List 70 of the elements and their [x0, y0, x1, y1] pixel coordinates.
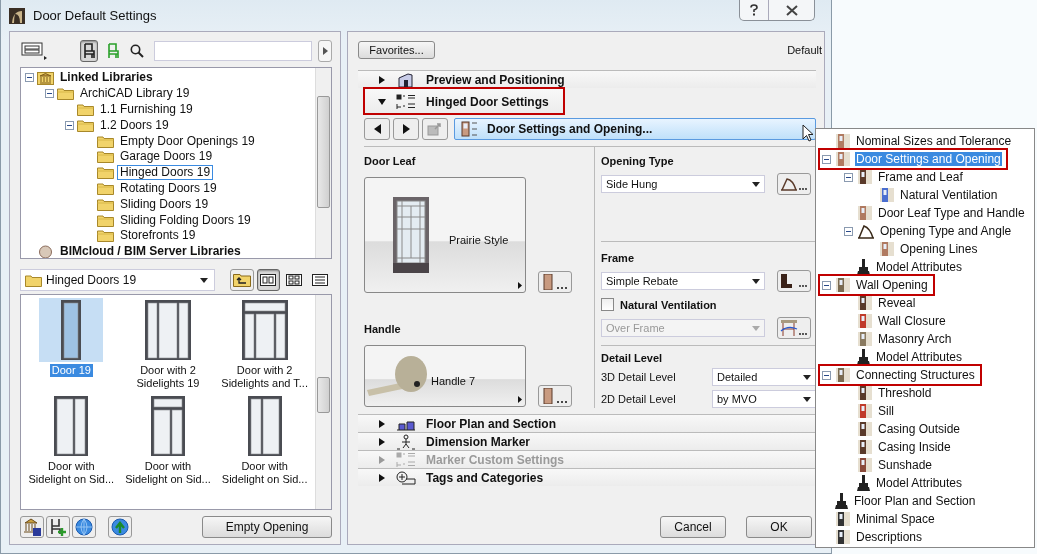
- structure-menu-item[interactable]: Casing Outside: [877, 422, 962, 436]
- detail-level-label: 3D Detail Level: [601, 371, 676, 383]
- structure-menu-item[interactable]: Opening Type and Angle: [879, 224, 1013, 238]
- detail-level-dropdown[interactable]: Detailed: [712, 368, 816, 386]
- favorites-button[interactable]: Favorites...: [358, 41, 435, 59]
- default-label: Default: [787, 44, 822, 56]
- library-tree-item[interactable]: 1.1 Furnishing 19: [97, 102, 196, 117]
- object-name[interactable]: Door with 2 Sidelights and T...: [220, 364, 309, 390]
- window-title: Door Default Settings: [33, 8, 157, 23]
- frame-heading: Frame: [601, 252, 636, 264]
- section-header[interactable]: Tags and Categories: [358, 468, 816, 486]
- structure-menu-item[interactable]: Model Attributes: [875, 260, 964, 274]
- empty-opening-button[interactable]: Empty Opening: [202, 516, 332, 538]
- structure-menu-item[interactable]: Reveal: [877, 296, 917, 310]
- structure-menu-item[interactable]: Door Leaf Type and Handle: [877, 206, 1026, 220]
- door-leaf-heading: Door Leaf: [364, 155, 417, 167]
- library-tree-item[interactable]: Rotating Doors 19: [117, 180, 220, 196]
- object-name[interactable]: Door with Sidelight on Sid...: [220, 460, 309, 486]
- library-tree-item[interactable]: Empty Door Openings 19: [117, 133, 258, 149]
- frame-dropdown[interactable]: Simple Rebate: [601, 272, 765, 290]
- library-tree-item[interactable]: 1.2 Doors 19: [97, 117, 172, 133]
- structure-menu-item[interactable]: Threshold: [877, 386, 933, 400]
- structure-menu-item[interactable]: Frame and Leaf: [877, 170, 964, 184]
- section-header[interactable]: Hinged Door Settings: [364, 88, 564, 114]
- structure-menu-item[interactable]: Masonry Arch: [877, 332, 953, 346]
- handle-heading: Handle: [364, 323, 402, 335]
- opening-type-dropdown[interactable]: Side Hung: [601, 175, 765, 193]
- dialog-button[interactable]: OK: [746, 516, 812, 538]
- object-name[interactable]: Door with Sidelight on Sid...: [27, 460, 116, 486]
- detail-level-dropdown[interactable]: by MVO: [712, 390, 816, 408]
- library-tree-item[interactable]: Sliding Folding Doors 19: [117, 212, 254, 228]
- section-header[interactable]: Dimension Marker: [358, 432, 816, 450]
- detail-level-label: 2D Detail Level: [601, 393, 676, 405]
- detail-level-heading: Detail Level: [601, 352, 664, 364]
- handle-preview[interactable]: Handle 7: [364, 345, 526, 407]
- structure-menu-item[interactable]: Casing Inside: [877, 440, 952, 454]
- handle-style-name: Handle 7: [431, 375, 476, 387]
- section-header[interactable]: Preview and Positioning: [358, 70, 816, 88]
- library-tree-item[interactable]: Garage Doors 19: [117, 149, 216, 165]
- structure-menu-item[interactable]: Minimal Space: [855, 512, 936, 526]
- structure-menu-item[interactable]: Descriptions: [855, 530, 924, 544]
- library-tree-item[interactable]: Linked Libraries: [57, 70, 156, 86]
- library-tree-item[interactable]: BIMcloud / BIM Server Libraries: [57, 244, 244, 258]
- library-tree-item[interactable]: Hinged Doors 19: [117, 165, 214, 181]
- library-tree-item[interactable]: ArchiCAD Library 19: [77, 86, 193, 102]
- library-tree-item[interactable]: Sliding Doors 19: [117, 196, 212, 212]
- library-tree-item[interactable]: Storefronts 19: [117, 228, 199, 244]
- natural-ventilation-label: Natural Ventilation: [620, 298, 717, 311]
- structure-menu-item[interactable]: Sill: [877, 404, 895, 418]
- structure-menu-item[interactable]: Nominal Sizes and Tolerance: [855, 134, 1013, 148]
- structure-menu-item[interactable]: Model Attributes: [875, 476, 964, 490]
- opening-type-heading: Opening Type: [601, 155, 675, 167]
- section-header[interactable]: Floor Plan and Section: [358, 414, 816, 432]
- object-name[interactable]: Door with 2 Sidelights 19: [124, 364, 212, 390]
- structure-menu-item[interactable]: Floor Plan and Section: [853, 494, 977, 508]
- structure-menu-item[interactable]: Model Attributes: [875, 350, 964, 364]
- dialog-button[interactable]: Cancel: [660, 516, 726, 538]
- structure-menu-item[interactable]: Opening Lines: [899, 242, 979, 256]
- door-leaf-preview[interactable]: Prairie Style: [364, 177, 526, 293]
- structure-menu-item[interactable]: Door Settings and Opening: [855, 152, 1002, 166]
- page-dropdown[interactable]: Door Settings and Opening...: [454, 118, 816, 140]
- structure-menu-item[interactable]: Connecting Structures: [855, 368, 976, 382]
- structure-menu-item[interactable]: Wall Closure: [877, 314, 947, 328]
- structure-menu-item[interactable]: Natural Ventilation: [899, 188, 999, 202]
- structure-menu-item[interactable]: Wall Opening: [855, 278, 929, 292]
- structure-menu-item[interactable]: Sunshade: [877, 458, 934, 472]
- object-name[interactable]: Door 19: [49, 364, 93, 377]
- door-style-name: Prairie Style: [449, 234, 509, 246]
- folder-dropdown[interactable]: Hinged Doors 19: [20, 269, 215, 291]
- object-name[interactable]: Door with Sidelight on Sid...: [124, 460, 212, 486]
